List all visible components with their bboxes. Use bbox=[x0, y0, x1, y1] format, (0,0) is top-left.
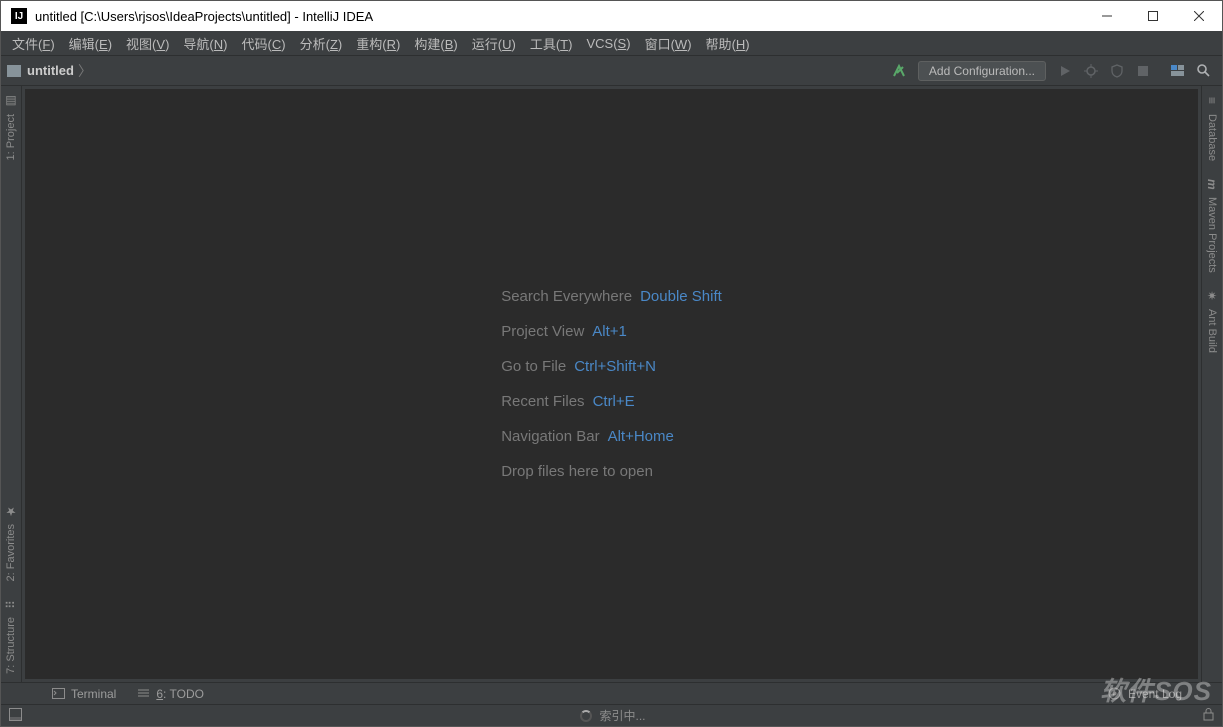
navigation-bar: untitled 〉 Add Configuration... bbox=[1, 56, 1222, 86]
hint-search-everywhere: Search EverywhereDouble Shift bbox=[501, 288, 722, 305]
menu-code[interactable]: 代码(C) bbox=[235, 31, 293, 56]
hint-project-view: Project ViewAlt+1 bbox=[501, 323, 722, 340]
hint-go-to-file: Go to FileCtrl+Shift+N bbox=[501, 358, 722, 375]
star-icon: ★ bbox=[4, 504, 18, 518]
menu-tools[interactable]: 工具(T) bbox=[523, 31, 580, 56]
toolwindow-event-log[interactable]: Event Log bbox=[1098, 685, 1192, 703]
app-icon: IJ bbox=[11, 8, 27, 24]
debug-icon[interactable] bbox=[1080, 60, 1102, 82]
hint-navigation-bar: Navigation BarAlt+Home bbox=[501, 428, 722, 445]
todo-icon bbox=[136, 687, 150, 701]
hint-recent-files: Recent FilesCtrl+E bbox=[501, 393, 722, 410]
titlebar: IJ untitled [C:\Users\rjsos\IdeaProjects… bbox=[1, 1, 1222, 31]
toolwindow-ant[interactable]: ✷ Ant Build bbox=[1203, 281, 1221, 361]
build-icon[interactable] bbox=[888, 60, 910, 82]
terminal-icon bbox=[51, 687, 65, 701]
close-icon bbox=[1194, 11, 1204, 21]
status-text: 索引中... bbox=[600, 707, 646, 724]
toolwindows-toggle-icon[interactable] bbox=[9, 708, 22, 724]
menu-analyze[interactable]: 分析(Z) bbox=[293, 31, 350, 56]
menu-window[interactable]: 窗口(W) bbox=[638, 31, 699, 56]
project-structure-icon[interactable] bbox=[1166, 60, 1188, 82]
main-body: 1: Project ▤ 2: Favorites ★ 7: Structure… bbox=[1, 86, 1222, 682]
spinner-icon bbox=[580, 710, 592, 722]
hint-drop-files: Drop files here to open bbox=[501, 463, 722, 480]
structure-icon: ⠿ bbox=[4, 597, 18, 611]
search-everywhere-icon[interactable] bbox=[1192, 60, 1214, 82]
toolwindow-project[interactable]: 1: Project ▤ bbox=[2, 86, 20, 168]
chevron-right-icon: 〉 bbox=[78, 61, 92, 81]
menubar: 文件(F) 编辑(E) 视图(V) 导航(N) 代码(C) 分析(Z) 重构(R… bbox=[1, 31, 1222, 56]
right-tool-strip: ≡ Database m Maven Projects ✷ Ant Build bbox=[1201, 86, 1222, 682]
folder-icon: ▤ bbox=[4, 94, 18, 108]
menu-refactor[interactable]: 重构(R) bbox=[349, 31, 407, 56]
breadcrumb[interactable]: untitled bbox=[27, 63, 74, 78]
menu-file[interactable]: 文件(F) bbox=[5, 31, 62, 56]
event-log-icon bbox=[1108, 687, 1122, 701]
ant-icon: ✷ bbox=[1205, 289, 1219, 303]
menu-run[interactable]: 运行(U) bbox=[465, 31, 523, 56]
toolwindow-todo[interactable]: 6: TODO bbox=[126, 685, 214, 703]
maven-icon: m bbox=[1205, 177, 1219, 191]
menu-vcs[interactable]: VCS(S) bbox=[579, 33, 637, 54]
menu-build[interactable]: 构建(B) bbox=[407, 31, 464, 56]
close-button[interactable] bbox=[1176, 1, 1222, 31]
add-configuration-button[interactable]: Add Configuration... bbox=[918, 61, 1046, 81]
toolwindow-terminal[interactable]: Terminal bbox=[41, 685, 126, 703]
editor-area[interactable]: Search EverywhereDouble Shift Project Vi… bbox=[25, 89, 1198, 679]
folder-icon bbox=[7, 65, 21, 77]
toolwindow-maven[interactable]: m Maven Projects bbox=[1203, 169, 1221, 281]
toolwindow-database[interactable]: ≡ Database bbox=[1203, 86, 1221, 169]
left-tool-strip: 1: Project ▤ 2: Favorites ★ 7: Structure… bbox=[1, 86, 22, 682]
menu-navigate[interactable]: 导航(N) bbox=[176, 31, 234, 56]
menu-edit[interactable]: 编辑(E) bbox=[62, 31, 119, 56]
database-icon: ≡ bbox=[1205, 94, 1219, 108]
minimize-button[interactable] bbox=[1084, 1, 1130, 31]
toolwindow-structure[interactable]: 7: Structure ⠿ bbox=[2, 589, 20, 682]
minimize-icon bbox=[1102, 11, 1112, 21]
run-icon[interactable] bbox=[1054, 60, 1076, 82]
coverage-icon[interactable] bbox=[1106, 60, 1128, 82]
window-title: untitled [C:\Users\rjsos\IdeaProjects\un… bbox=[35, 9, 1084, 24]
menu-help[interactable]: 帮助(H) bbox=[699, 31, 757, 56]
status-bar: 索引中... bbox=[1, 704, 1222, 726]
maximize-button[interactable] bbox=[1130, 1, 1176, 31]
stop-icon[interactable] bbox=[1132, 60, 1154, 82]
menu-view[interactable]: 视图(V) bbox=[119, 31, 176, 56]
bottom-tool-tabs: Terminal 6: TODO Event Log bbox=[1, 682, 1222, 704]
lock-icon[interactable] bbox=[1203, 708, 1214, 724]
welcome-hints: Search EverywhereDouble Shift Project Vi… bbox=[501, 288, 722, 480]
app-window: IJ untitled [C:\Users\rjsos\IdeaProjects… bbox=[0, 0, 1223, 727]
maximize-icon bbox=[1148, 11, 1158, 21]
toolwindow-favorites[interactable]: 2: Favorites ★ bbox=[2, 496, 20, 589]
